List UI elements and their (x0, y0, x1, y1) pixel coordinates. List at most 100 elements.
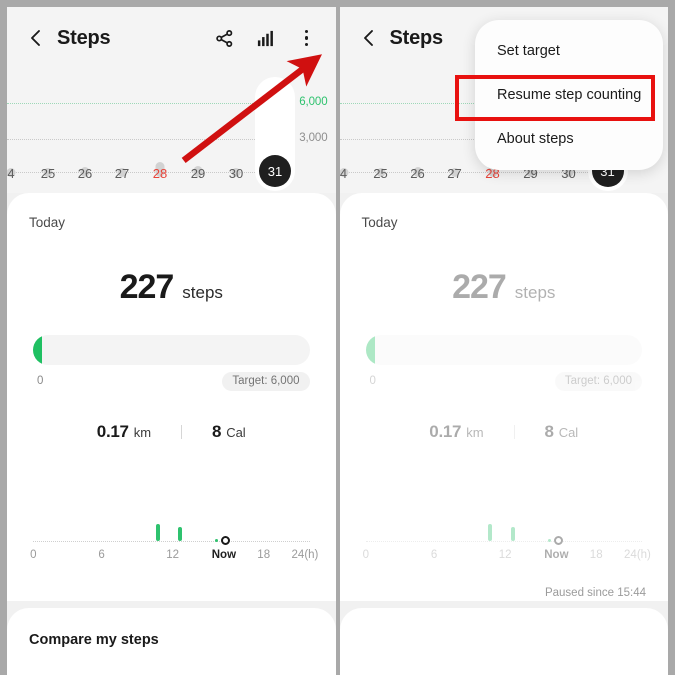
left-appbar: Steps (7, 7, 336, 69)
selected-day-pill[interactable]: 31 (255, 77, 295, 191)
today-card-body: 227 steps 0 Target: 6,000 0.17 km 8 Cal … (29, 268, 318, 561)
overflow-menu[interactable]: Set target Resume step counting About st… (455, 20, 663, 170)
metrics-row: 0.17 km 8 Cal (29, 422, 314, 442)
today-card: Today 227 steps 0 Target: 6,000 0.17 km … (339, 193, 668, 601)
target-badge: Target: 6,000 (554, 371, 642, 391)
steps-summary: 227 steps (29, 268, 314, 307)
compare-my-steps-label: Compare my steps (29, 632, 159, 648)
day-column[interactable]: 25 (361, 69, 401, 193)
day-column[interactable]: 30 (216, 69, 256, 193)
steps-unit: steps (514, 283, 556, 302)
hour-tick-label: 6 (430, 549, 438, 561)
hourly-baseline (33, 541, 310, 542)
hour-tick-label: 0 (362, 549, 369, 561)
day-column[interactable]: 27 (435, 69, 475, 193)
day-label: 26 (410, 166, 425, 181)
three-dot-glyph (296, 29, 318, 47)
hourly-bar (178, 527, 183, 541)
hour-tick-label-now: Now (544, 549, 569, 561)
day-label: 29 (190, 166, 206, 181)
now-green-dot (547, 539, 551, 542)
steps-value: 227 (452, 268, 507, 306)
menu-item-resume-step-counting[interactable]: Resume step counting (475, 73, 663, 117)
day-label: 27 (447, 166, 462, 181)
page-title: Steps (57, 26, 111, 49)
progress-track (365, 335, 642, 365)
menu-item-about-steps[interactable]: About steps (475, 117, 663, 161)
steps-progress: 0 Target: 6,000 (33, 335, 310, 391)
day-column[interactable]: 28 (140, 69, 180, 193)
calories-value: 8 (212, 422, 222, 441)
today-card-body: 227 steps 0 Target: 6,000 0.17 km 8 Cal … (362, 268, 651, 561)
day-column[interactable]: 26 (398, 69, 438, 193)
now-marker-icon (553, 536, 563, 545)
steps-value: 227 (119, 268, 175, 306)
axis-label-6000: 6,000 (299, 96, 328, 108)
hour-tick-label: 18 (589, 549, 603, 561)
today-label: Today (29, 215, 66, 230)
three-dot-menu-icon[interactable] (296, 27, 318, 49)
hourly-baseline (365, 541, 642, 542)
now-marker-icon (221, 536, 231, 545)
bar-chart-icon[interactable] (255, 27, 277, 49)
back-icon[interactable] (358, 27, 380, 49)
compare-my-steps-card[interactable] (339, 608, 668, 675)
screenshot-root: Steps 6,000 3,000 4 25 26 27 28 29 30 31… (0, 0, 675, 675)
back-icon[interactable] (25, 27, 47, 49)
day-column[interactable]: 27 (102, 69, 142, 193)
calories-unit: Cal (226, 425, 246, 440)
calories-metric: 8 Cal (212, 422, 246, 442)
hour-tick-label: 24(h) (624, 549, 651, 561)
metric-divider (513, 425, 515, 439)
steps-progress: 0 Target: 6,000 (365, 335, 642, 391)
distance-unit: km (466, 425, 484, 440)
calories-unit: Cal (558, 425, 579, 440)
day-column[interactable]: 25 (28, 69, 68, 193)
day-label: 30 (228, 166, 244, 181)
target-badge: Target: 6,000 (222, 371, 310, 391)
left-appbar-actions (214, 27, 318, 49)
day-label: 27 (114, 166, 130, 181)
right-phone-screen: Steps 4 25 26 27 28 29 30 31 Today 227 s… (339, 7, 668, 675)
axis-label-3000: 3,000 (299, 132, 328, 144)
today-label: Today (361, 215, 398, 230)
menu-item-set-target[interactable]: Set target (475, 29, 663, 73)
metrics-row: 0.17 km 8 Cal (362, 422, 647, 442)
distance-value: 0.17 (429, 422, 462, 441)
hour-tick-label: 0 (30, 549, 37, 561)
progress-legend: 0 Target: 6,000 (33, 371, 310, 391)
hour-tick-label: 18 (257, 549, 271, 561)
hourly-chart: 0 6 12 Now 18 24(h) (362, 503, 651, 573)
distance-value: 0.17 (96, 422, 129, 441)
compare-my-steps-card[interactable]: Compare my steps (7, 608, 336, 675)
right-scroll-area[interactable]: Today 227 steps 0 Target: 6,000 0.17 km … (339, 193, 668, 675)
day-label: 25 (40, 166, 56, 181)
calories-value: 8 (544, 422, 554, 441)
hour-tick-label: 24(h) (291, 549, 319, 561)
hourly-bar (155, 524, 160, 541)
progress-legend: 0 Target: 6,000 (366, 371, 642, 391)
panel-pair: Steps 6,000 3,000 4 25 26 27 28 29 30 31… (0, 0, 675, 675)
calories-metric: 8 Cal (545, 422, 579, 442)
paused-note: Paused since 15:44 (544, 587, 646, 599)
hourly-chart: 0 6 12 Now 18 24(h) (29, 503, 318, 573)
hourly-bar (510, 527, 515, 541)
left-scroll-area[interactable]: Today 227 steps 0 Target: 6,000 0.17 km … (7, 193, 336, 675)
hour-tick-label-now: Now (211, 549, 237, 561)
distance-metric: 0.17 km (429, 422, 483, 442)
selected-day-label: 31 (259, 155, 291, 187)
progress-start-label: 0 (37, 375, 44, 387)
hour-tick-label: 12 (498, 549, 512, 561)
share-icon[interactable] (214, 27, 236, 49)
progress-start-label: 0 (369, 375, 376, 387)
metric-divider (181, 425, 183, 439)
hour-tick-label: 6 (98, 549, 105, 561)
day-column[interactable]: 29 (178, 69, 218, 193)
day-column[interactable]: 26 (65, 69, 105, 193)
progress-fill (365, 335, 375, 365)
today-card: Today 227 steps 0 Target: 6,000 0.17 km … (7, 193, 336, 601)
day-label: 26 (77, 166, 93, 181)
steps-unit: steps (182, 283, 223, 302)
left-week-chart[interactable]: 6,000 3,000 4 25 26 27 28 29 30 31 (7, 69, 336, 193)
day-label: 28 (152, 166, 168, 181)
